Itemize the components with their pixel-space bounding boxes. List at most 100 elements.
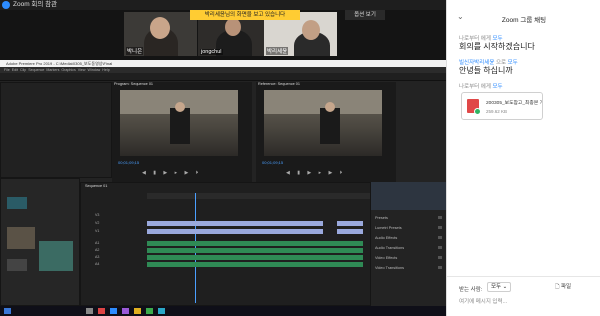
track-label: A2 (95, 248, 100, 252)
recipient-label: 받는 사람: (459, 287, 483, 293)
effect-folder[interactable]: Video Effects (375, 256, 397, 260)
speaker-figure (320, 108, 340, 144)
effect-folder[interactable]: Video Transitions (375, 266, 404, 270)
premiere-title-bar: Adobe Premiere Pro 2019 - C:\Media\0305_… (0, 60, 446, 67)
view-options-button[interactable]: 옵션 보기 (345, 10, 385, 20)
windows-taskbar (0, 306, 446, 316)
track-label: A3 (95, 255, 100, 259)
track-label: A1 (95, 241, 100, 245)
taskbar-app-icon[interactable] (146, 308, 153, 314)
effects-panel: Presets Lumetri Presets Audio Effects Au… (370, 182, 447, 306)
window-title: Zoom 회의 참관 (13, 1, 58, 8)
effect-folder[interactable]: Presets (375, 216, 388, 220)
message-sender: 나로부터 에게 모두 (459, 84, 503, 90)
participant-face (302, 20, 320, 40)
file-icon: 🗋 (555, 284, 560, 290)
file-attachment[interactable]: 200305_보도참고_최종본 개정... 259.62 KB (461, 92, 543, 120)
program-monitor-left: Program: Sequence 01 00;01;09;15 ◀ ▮ ▶ ▸… (112, 82, 252, 182)
timecode: 00;01;09;15 (262, 160, 284, 165)
effect-folder[interactable]: Lumetri Presets (375, 226, 402, 230)
effect-badge (438, 236, 442, 239)
video-clip[interactable] (147, 221, 323, 226)
speaker-head (175, 102, 185, 112)
participant-tile[interactable]: 박니은 (124, 12, 197, 56)
audio-clip[interactable] (147, 241, 363, 246)
message-text: 회의를 시작하겠습니다 (459, 42, 535, 51)
chat-header: ⌄ Zoom 그룹 채팅 (447, 0, 600, 36)
screen-share-banner: 박리세윤님의 화면을 보고 있습니다 (190, 10, 300, 20)
message-text: 안녕들 하십니까 (459, 66, 513, 75)
track-label: V2 (95, 221, 100, 225)
video-clip[interactable] (147, 229, 323, 234)
effect-badge (438, 256, 442, 259)
track-label: A4 (95, 262, 100, 266)
taskbar-app-icon[interactable] (158, 308, 165, 314)
transport-controls[interactable]: ◀ ▮ ▶ ▸ ▶ ⏵ (142, 170, 222, 176)
effect-badge (438, 246, 442, 249)
project-panel (0, 178, 80, 306)
source-panel (0, 82, 112, 178)
video-frame (120, 90, 238, 156)
speaker-head (325, 102, 335, 112)
effect-badge (438, 216, 442, 219)
file-size: 259.62 KB (486, 109, 508, 114)
menu-item[interactable]: Graphics (61, 68, 75, 72)
download-complete-icon (474, 108, 481, 115)
video-clip[interactable] (337, 229, 363, 234)
audio-clip[interactable] (147, 262, 363, 267)
transport-controls[interactable]: ◀ ▮ ▶ ▸ ▶ ⏵ (286, 170, 366, 176)
program-monitor-right: Reference: Sequence 01 00;01;09;15 ◀ ▮ ▶… (256, 82, 396, 182)
chat-message-input[interactable] (459, 297, 591, 307)
effect-folder[interactable]: Audio Effects (375, 236, 397, 240)
taskbar-app-icon[interactable] (86, 308, 93, 314)
effects-preview (371, 182, 447, 210)
taskbar-app-icon[interactable] (110, 308, 117, 314)
zoom-logo-icon (2, 1, 10, 9)
audio-clip[interactable] (147, 248, 363, 253)
chat-panel: ⌄ Zoom 그룹 채팅 나로부터 에게 모두 회의를 시작하겠습니다 빌신자박… (446, 0, 600, 316)
participant-name: 박니은 (126, 47, 144, 55)
menu-item[interactable]: Clip (20, 68, 26, 72)
media-thumb[interactable] (39, 241, 73, 271)
track-label: V3 (95, 213, 100, 217)
menu-item[interactable]: View (78, 68, 86, 72)
chat-footer: 받는 사람: 모두 ⌄ 🗋 파일 (447, 276, 600, 316)
media-thumb[interactable] (7, 259, 27, 271)
participant-name: 박리세윤 (266, 47, 289, 55)
workspace-bar (0, 73, 446, 81)
recipient-dropdown[interactable]: 모두 ⌄ (487, 282, 511, 292)
title-bar: Zoom 회의 참관 (0, 0, 446, 10)
zoom-window: Zoom 회의 참관 박니은 jongchul 박리세윤 박리세윤님의 화면을 … (0, 0, 600, 316)
monitor-label: Program: Sequence 01 (114, 82, 154, 86)
track-label: V1 (95, 229, 100, 233)
effect-folder[interactable]: Audio Transitions (375, 246, 404, 250)
effect-badge (438, 226, 442, 229)
sequence-tab[interactable]: Sequence 01 (85, 184, 107, 188)
chat-title: Zoom 그룹 채팅 (501, 17, 547, 24)
menu-item[interactable]: Sequence (28, 68, 44, 72)
file-name: 200305_보도참고_최종본 개정... (486, 101, 542, 106)
timecode: 00;01;09;15 (118, 160, 140, 165)
media-thumb[interactable] (7, 197, 27, 209)
menu-item[interactable]: File (4, 68, 10, 72)
participant-face (225, 18, 241, 36)
video-clip[interactable] (337, 221, 363, 226)
speaker-figure (170, 108, 190, 144)
video-frame (264, 90, 382, 156)
taskbar-app-icon[interactable] (122, 308, 129, 314)
start-icon[interactable] (4, 308, 11, 314)
menu-item[interactable]: Markers (46, 68, 59, 72)
participant-face (150, 17, 170, 39)
audio-clip[interactable] (147, 255, 363, 260)
menu-item[interactable]: Window (88, 68, 101, 72)
taskbar-app-icon[interactable] (134, 308, 141, 314)
menu-item[interactable]: Help (102, 68, 109, 72)
monitor-label: Reference: Sequence 01 (258, 82, 301, 86)
effect-badge (438, 266, 442, 269)
media-thumb[interactable] (7, 227, 35, 249)
taskbar-app-icon[interactable] (98, 308, 105, 314)
shared-screen: Adobe Premiere Pro 2019 - C:\Media\0305_… (0, 60, 447, 316)
file-button[interactable]: 🗋 파일 (555, 282, 589, 292)
menu-item[interactable]: Edit (12, 68, 18, 72)
participant-name: jongchul (200, 49, 223, 55)
